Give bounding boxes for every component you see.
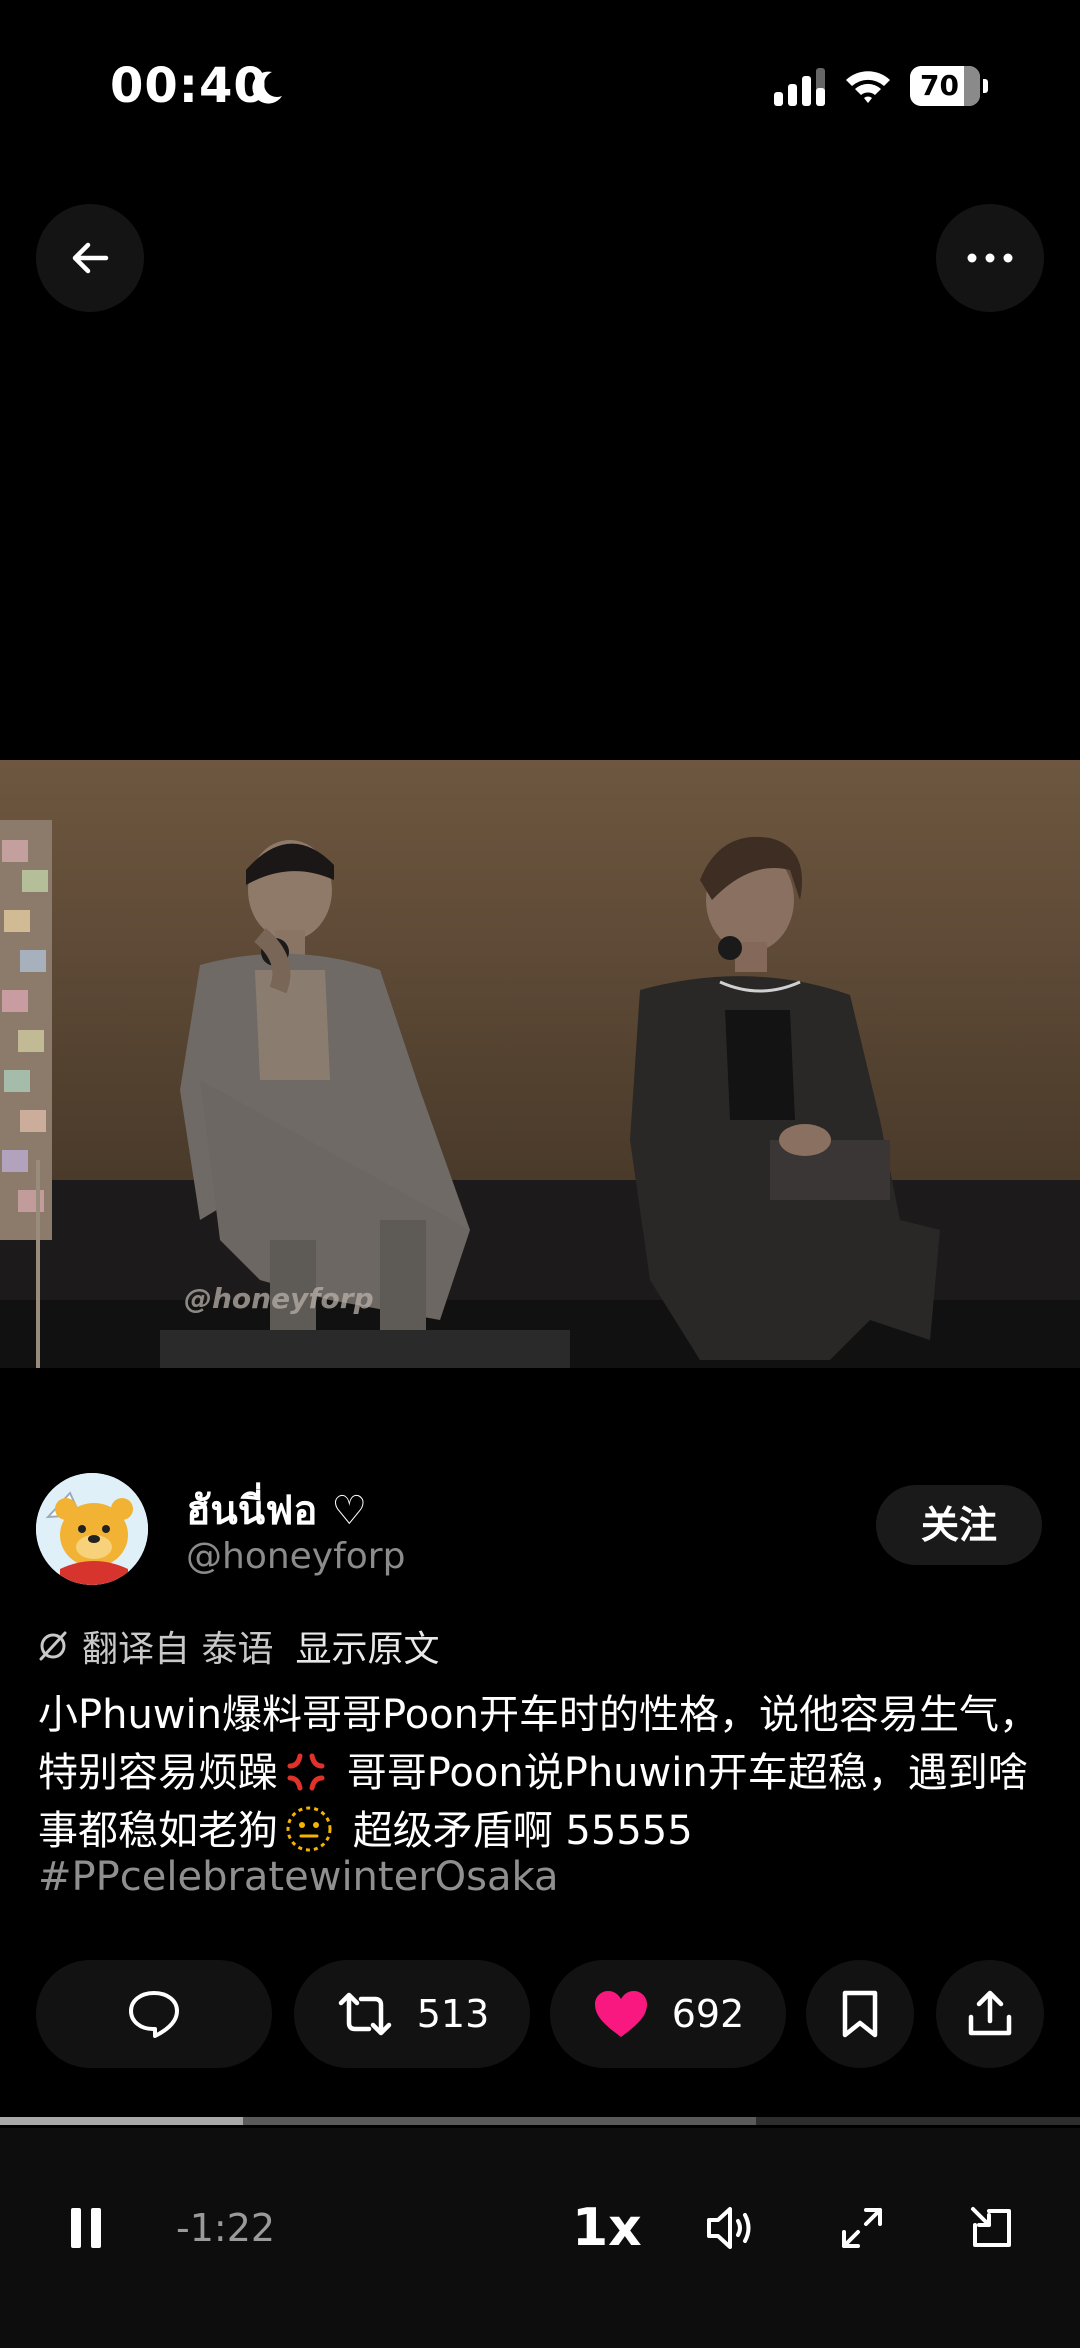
exit-player-button[interactable] bbox=[960, 2176, 1024, 2280]
pooh-avatar-icon bbox=[36, 1473, 148, 1585]
bookmark-icon bbox=[842, 1990, 878, 2038]
volume-icon bbox=[707, 2207, 751, 2249]
arrow-left-icon bbox=[72, 242, 109, 274]
dotted-line-face-icon bbox=[286, 1806, 332, 1852]
author-name[interactable]: ฮันนี่ฟอ ♡ bbox=[186, 1478, 367, 1542]
more-options-button[interactable] bbox=[936, 204, 1044, 312]
status-time: 00:40 bbox=[110, 58, 268, 114]
wifi-icon bbox=[846, 71, 890, 103]
repost-button[interactable]: 513 bbox=[294, 1960, 530, 2068]
bookmark-button[interactable] bbox=[806, 1960, 914, 2068]
translate-icon bbox=[39, 1631, 67, 1661]
repost-arrows-icon bbox=[338, 1992, 391, 2036]
battery-indicator: 70 bbox=[910, 66, 988, 106]
expand-icon bbox=[842, 2208, 882, 2248]
anger-symbol-icon bbox=[287, 1753, 325, 1791]
pause-button[interactable] bbox=[56, 2176, 116, 2280]
speech-bubble-icon bbox=[129, 1991, 179, 2038]
cellular-signal-icon bbox=[774, 68, 825, 106]
heart-icon bbox=[594, 1991, 647, 2037]
author-handle[interactable]: @honeyforp bbox=[186, 1536, 405, 1577]
follow-button[interactable]: 关注 bbox=[876, 1485, 1042, 1565]
player-controls: -1:22 1x bbox=[0, 2128, 1080, 2348]
reply-button[interactable] bbox=[36, 1960, 272, 2068]
volume-button[interactable] bbox=[700, 2176, 764, 2280]
back-button[interactable] bbox=[36, 204, 144, 312]
playback-speed-button[interactable]: 1x bbox=[572, 2176, 642, 2280]
video-progress-bar[interactable] bbox=[0, 2117, 1080, 2125]
battery-empty-segment bbox=[964, 66, 980, 106]
status-bar: 00:40 70 bbox=[0, 0, 1080, 180]
video-player[interactable]: @honeyforp bbox=[0, 760, 1080, 1368]
moon-icon bbox=[252, 71, 282, 104]
fullscreen-button[interactable] bbox=[830, 2176, 894, 2280]
battery-level: 70 bbox=[920, 69, 959, 102]
video-frame-image: @honeyforp bbox=[0, 760, 1080, 1368]
like-count: 692 bbox=[671, 1992, 745, 2036]
hashtag-link[interactable]: #PPcelebratewinterOsaka bbox=[38, 1854, 558, 1900]
translated-from-label: 翻译自 泰语 bbox=[82, 1629, 274, 1670]
more-horizontal-icon bbox=[967, 253, 1013, 263]
video-watermark: @honeyforp bbox=[184, 1282, 374, 1315]
avatar[interactable] bbox=[36, 1473, 148, 1585]
exit-rotate-icon bbox=[971, 2207, 1011, 2247]
repost-count: 513 bbox=[416, 1992, 490, 2036]
show-original-link[interactable]: 显示原文 bbox=[295, 1620, 439, 1672]
translation-notice: 翻译自 泰语 显示原文 bbox=[36, 1620, 439, 1672]
pause-icon bbox=[71, 2208, 101, 2248]
share-upload-icon bbox=[968, 1990, 1012, 2036]
post-text-part3: 超级矛盾啊 55555 bbox=[340, 1808, 693, 1854]
post-text: 小Phuwin爆料哥哥Poon开车时的性格，说他容易生气，特别容易烦躁 哥哥Po… bbox=[38, 1686, 1048, 1860]
share-button[interactable] bbox=[936, 1960, 1044, 2068]
time-remaining: -1:22 bbox=[176, 2206, 276, 2250]
like-button[interactable]: 692 bbox=[550, 1960, 786, 2068]
progress-played bbox=[0, 2117, 243, 2125]
